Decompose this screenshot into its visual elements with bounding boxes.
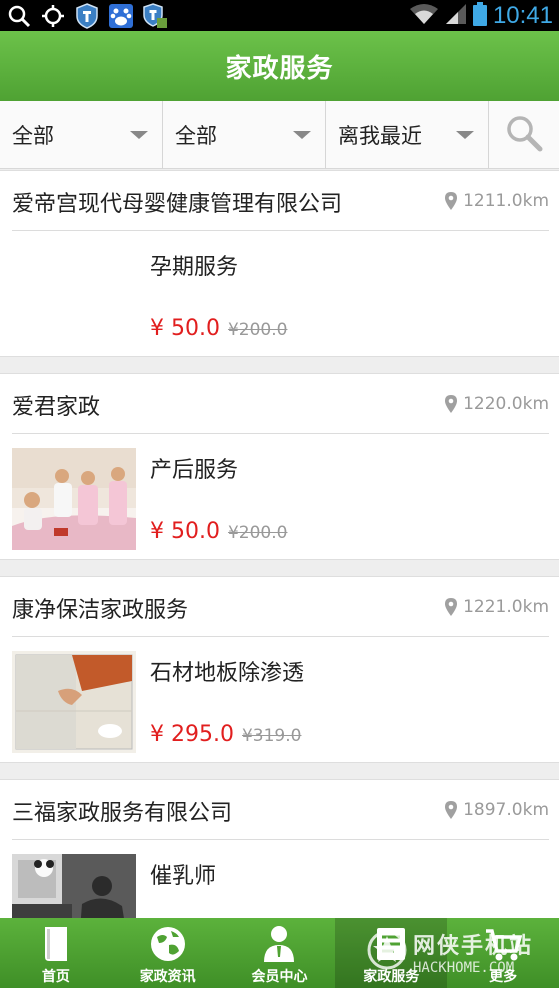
dropdown-arrow-icon bbox=[456, 131, 474, 139]
search-icon bbox=[6, 3, 32, 29]
member-icon bbox=[259, 924, 299, 964]
card-header: 爱帝宫现代母婴健康管理有限公司 1211.0km bbox=[0, 171, 559, 231]
baidu-icon bbox=[108, 3, 134, 29]
signal-icon bbox=[445, 3, 467, 29]
dropdown-arrow-icon bbox=[293, 131, 311, 139]
service-thumbnail bbox=[12, 448, 136, 550]
divider bbox=[12, 230, 549, 231]
service-name: 催乳师 bbox=[150, 864, 217, 889]
cart-icon bbox=[483, 924, 523, 964]
divider bbox=[12, 433, 549, 434]
nav-label: 家政资讯 bbox=[139, 969, 196, 985]
nav-item-service[interactable]: 家政服务 bbox=[335, 918, 448, 988]
list-item[interactable]: 爱帝宫现代母婴健康管理有限公司 1211.0km 孕期服务 ¥ 50.0 ¥20… bbox=[0, 170, 559, 357]
original-price: ¥200.0 bbox=[227, 320, 288, 340]
price-row: ¥ 50.0 ¥200.0 bbox=[150, 316, 287, 341]
nav-label: 会员中心 bbox=[251, 969, 308, 985]
filter-sort-dropdown[interactable]: 离我最近 bbox=[326, 101, 489, 169]
current-price: ¥ 295.0 bbox=[150, 722, 234, 747]
card-header: 爱君家政 1220.0km bbox=[0, 374, 559, 434]
distance: 1220.0km bbox=[445, 394, 549, 414]
filter-label: 全部 bbox=[175, 124, 217, 148]
service-name: 石材地板除渗透 bbox=[150, 661, 305, 686]
current-price: ¥ 50.0 bbox=[150, 316, 220, 341]
divider bbox=[12, 636, 549, 637]
service-name: 产后服务 bbox=[150, 458, 239, 483]
dropdown-arrow-icon bbox=[130, 131, 148, 139]
location-pin-icon bbox=[445, 801, 458, 819]
bottom-nav: 首页 家政资讯 会员中心 家政服务 更多 bbox=[0, 918, 559, 988]
current-price: ¥ 50.0 bbox=[150, 519, 220, 544]
distance-text: 1221.0km bbox=[463, 597, 549, 617]
nav-label: 更多 bbox=[489, 969, 518, 985]
search-button[interactable] bbox=[489, 101, 559, 168]
location-pin-icon bbox=[445, 598, 458, 616]
nav-label: 家政服务 bbox=[363, 969, 420, 985]
original-price: ¥319.0 bbox=[241, 726, 302, 746]
service-name: 孕期服务 bbox=[150, 255, 239, 280]
list-item[interactable]: 三福家政服务有限公司 1897.0km 催乳师 bbox=[0, 779, 559, 956]
distance: 1221.0km bbox=[445, 597, 549, 617]
shield-icon bbox=[142, 2, 168, 29]
battery-icon bbox=[472, 1, 487, 30]
company-name: 康净保洁家政服务 bbox=[12, 598, 189, 623]
page-title: 家政服务 bbox=[225, 53, 334, 84]
filter-label: 离我最近 bbox=[338, 124, 422, 148]
book-icon bbox=[36, 924, 76, 964]
price-row: ¥ 295.0 ¥319.0 bbox=[150, 722, 301, 747]
distance-text: 1220.0km bbox=[463, 394, 549, 414]
service-thumbnail bbox=[12, 651, 136, 753]
divider bbox=[12, 839, 549, 840]
price-row: ¥ 50.0 ¥200.0 bbox=[150, 519, 287, 544]
filter-category-dropdown[interactable]: 全部 bbox=[0, 101, 163, 169]
nav-item-news[interactable]: 家政资讯 bbox=[112, 918, 224, 988]
filter-bar: 全部 全部 离我最近 bbox=[0, 101, 559, 169]
search-icon bbox=[504, 113, 544, 157]
wifi-icon bbox=[409, 3, 439, 29]
nav-item-more[interactable]: 更多 bbox=[447, 918, 559, 988]
globe-icon bbox=[148, 924, 188, 964]
filter-area-dropdown[interactable]: 全部 bbox=[163, 101, 326, 169]
location-pin-icon bbox=[445, 395, 458, 413]
status-icons-right: 10:41 bbox=[409, 0, 553, 31]
company-name: 爱君家政 bbox=[12, 395, 101, 420]
filter-label: 全部 bbox=[12, 124, 54, 148]
status-icons-left bbox=[6, 2, 168, 29]
distance-text: 1897.0km bbox=[463, 800, 549, 820]
list-item[interactable]: 康净保洁家政服务 1221.0km 石材地板除渗透 ¥ 295.0 ¥319.0 bbox=[0, 576, 559, 763]
distance: 1211.0km bbox=[445, 191, 549, 211]
list-item[interactable]: 爱君家政 1220.0km 产后服务 ¥ 50.0 ¥200.0 bbox=[0, 373, 559, 560]
app-header: 家政服务 bbox=[0, 31, 559, 101]
distance-text: 1211.0km bbox=[463, 191, 549, 211]
clock-time: 10:41 bbox=[492, 1, 553, 29]
card-header: 三福家政服务有限公司 1897.0km bbox=[0, 780, 559, 840]
nav-item-home[interactable]: 首页 bbox=[0, 918, 112, 988]
nav-label: 首页 bbox=[41, 969, 70, 985]
nav-item-member[interactable]: 会员中心 bbox=[224, 918, 336, 988]
shield-icon bbox=[74, 2, 100, 29]
distance: 1897.0km bbox=[445, 800, 549, 820]
original-price: ¥200.0 bbox=[227, 523, 288, 543]
service-icon bbox=[371, 924, 411, 964]
location-pin-icon bbox=[445, 192, 458, 210]
company-name: 爱帝宫现代母婴健康管理有限公司 bbox=[12, 192, 343, 217]
company-name: 三福家政服务有限公司 bbox=[12, 801, 233, 826]
location-icon bbox=[40, 3, 66, 29]
card-header: 康净保洁家政服务 1221.0km bbox=[0, 577, 559, 637]
status-bar: 10:41 bbox=[0, 0, 559, 31]
